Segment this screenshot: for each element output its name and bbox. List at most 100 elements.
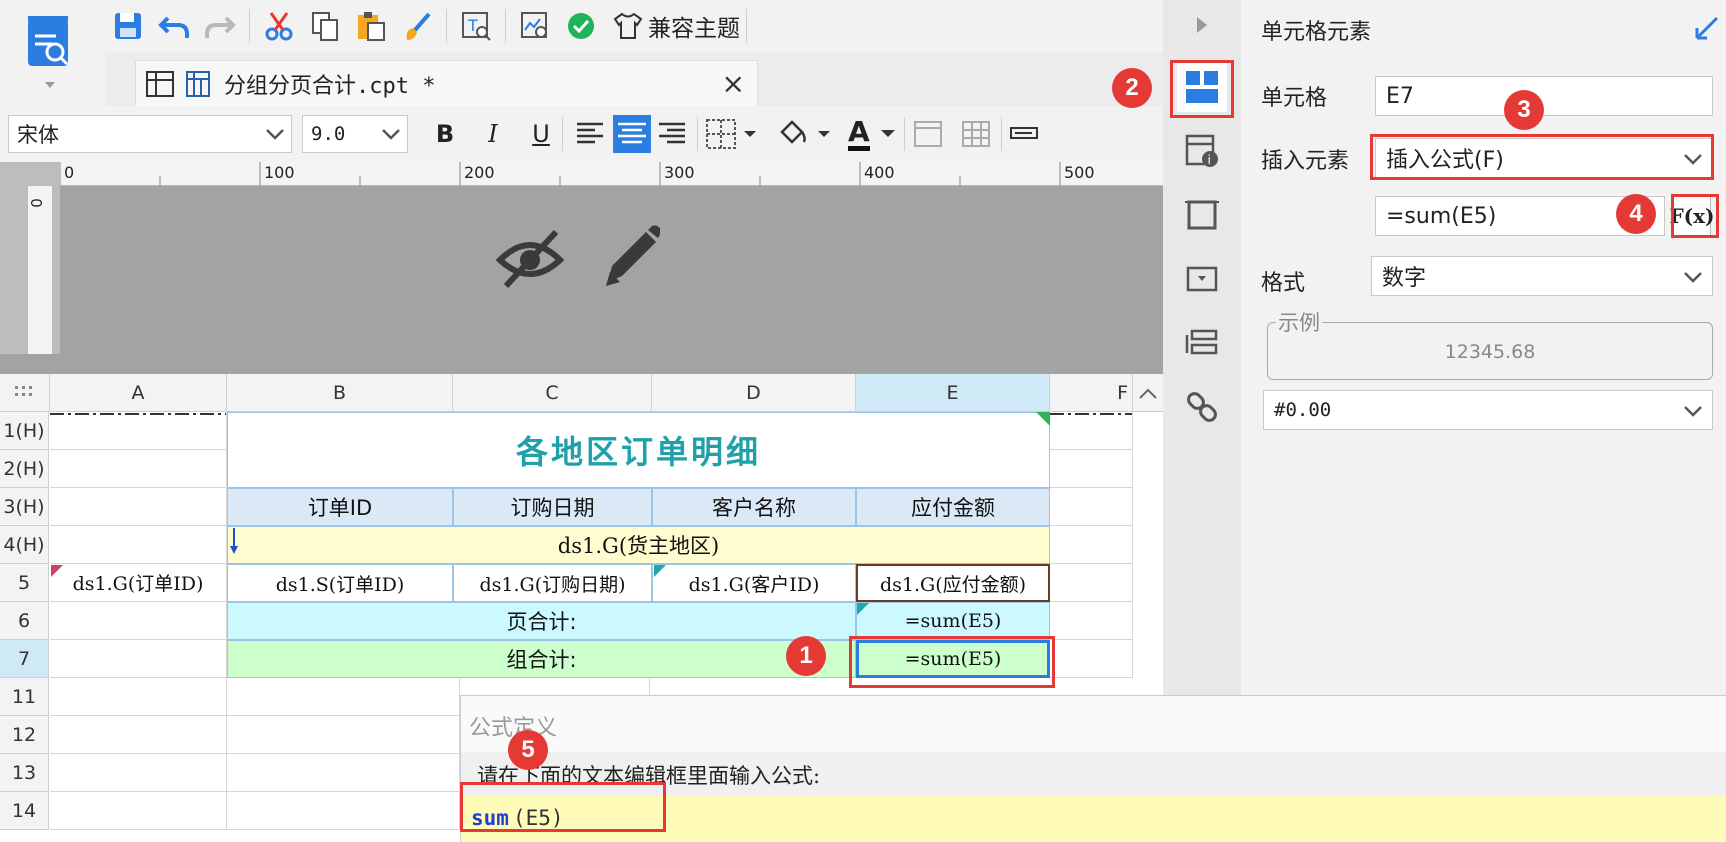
grid-cell[interactable]: [50, 526, 227, 564]
row-header[interactable]: 5: [0, 564, 49, 602]
highlight-box: [849, 636, 1055, 688]
border-icon[interactable]: [704, 116, 760, 152]
row-header[interactable]: 4(H): [0, 526, 49, 564]
dropdown-widget-tab[interactable]: [1177, 254, 1227, 304]
grid-cell[interactable]: [50, 678, 227, 716]
grid-cell[interactable]: [50, 640, 227, 678]
data-cell[interactable]: ds1.G(应付金额): [856, 564, 1050, 602]
chevron-right-icon[interactable]: [1193, 14, 1211, 36]
tab-file[interactable]: 分组分页合计.cpt * ×: [135, 60, 758, 106]
cell-name-input[interactable]: E7: [1375, 76, 1713, 116]
page-total-formula-cell[interactable]: =sum(E5): [856, 602, 1050, 640]
save-button[interactable]: [108, 6, 148, 46]
column-header[interactable]: D: [652, 374, 856, 412]
column-header[interactable]: C: [453, 374, 652, 412]
text-field-icon[interactable]: [1008, 116, 1040, 152]
chevron-down-icon: [1684, 406, 1702, 417]
cut-button[interactable]: [259, 6, 299, 46]
data-cell[interactable]: ds1.G(订单ID): [50, 564, 227, 602]
eye-slash-icon[interactable]: [494, 222, 566, 294]
row-header[interactable]: 14: [0, 792, 49, 830]
page-total-label-cell[interactable]: 页合计:: [227, 602, 856, 640]
row-header[interactable]: 2(H): [0, 450, 49, 488]
font-size-select[interactable]: 9.0: [302, 115, 408, 153]
align-right-icon[interactable]: [655, 116, 691, 152]
undo-button[interactable]: [154, 6, 194, 46]
grid-cell[interactable]: [1050, 450, 1133, 488]
merge-cells-icon[interactable]: [911, 116, 947, 152]
bold-button[interactable]: B: [430, 120, 460, 148]
grid-cell[interactable]: [50, 716, 227, 754]
grid-cell[interactable]: [227, 716, 460, 754]
redo-button[interactable]: [200, 6, 240, 46]
row-header[interactable]: 12: [0, 716, 49, 754]
scroll-up-button[interactable]: [1133, 374, 1163, 412]
row-header[interactable]: 13: [0, 754, 49, 792]
grid-cell[interactable]: [50, 792, 227, 830]
header-cell[interactable]: 订单ID: [227, 488, 453, 526]
grid-cell[interactable]: [50, 602, 227, 640]
grid-cell[interactable]: [227, 792, 460, 830]
copy-button[interactable]: [305, 6, 345, 46]
row-header[interactable]: 1(H): [0, 412, 49, 450]
table-grid-icon[interactable]: [959, 116, 995, 152]
grid-cell[interactable]: [1050, 488, 1133, 526]
header-cell[interactable]: 订购日期: [453, 488, 652, 526]
grid-cell[interactable]: [50, 412, 227, 450]
report-title-cell[interactable]: 各地区订单明细: [227, 412, 1050, 488]
collapse-arrow-icon[interactable]: [1693, 14, 1721, 42]
row-header[interactable]: 6: [0, 602, 49, 640]
font-color-button[interactable]: A: [848, 117, 898, 151]
pencil-icon[interactable]: [598, 220, 664, 294]
compat-theme-button[interactable]: 兼容主题: [612, 9, 740, 43]
grid-cell[interactable]: [1050, 602, 1133, 640]
format-select[interactable]: 数字: [1371, 256, 1713, 296]
italic-button[interactable]: I: [478, 120, 508, 148]
group-cell[interactable]: ds1.G(货主地区): [227, 526, 1050, 564]
align-left-icon[interactable]: [573, 116, 609, 152]
preview-check-button[interactable]: [515, 6, 555, 46]
cell-attribute-tab[interactable]: i: [1177, 126, 1227, 176]
toolbar-separator: [1000, 117, 1002, 151]
header-cell[interactable]: 应付金额: [856, 488, 1050, 526]
align-center-icon[interactable]: [613, 115, 651, 153]
validate-button[interactable]: [561, 6, 601, 46]
fill-color-icon[interactable]: [774, 116, 834, 152]
grid-cell[interactable]: [1050, 412, 1133, 450]
header-cell[interactable]: 客户名称: [652, 488, 856, 526]
grid-cell[interactable]: [1050, 526, 1133, 564]
grid-cell[interactable]: [1050, 640, 1133, 678]
grid-cell[interactable]: [227, 754, 460, 792]
grid-cell[interactable]: [50, 450, 227, 488]
number-pattern-select[interactable]: #0.00: [1263, 390, 1713, 430]
data-cell[interactable]: ds1.G(客户ID): [652, 564, 856, 602]
underline-button[interactable]: U: [526, 120, 556, 148]
select-all-corner[interactable]: [0, 374, 50, 412]
data-cell[interactable]: ds1.G(订购日期): [453, 564, 652, 602]
step-badge: 5: [508, 730, 548, 770]
condition-tab[interactable]: [1177, 318, 1227, 368]
dropdown-box-icon: [1186, 266, 1218, 292]
app-menu-button[interactable]: [0, 0, 105, 104]
grid-cell[interactable]: [1050, 564, 1133, 602]
grid-cell[interactable]: [50, 754, 227, 792]
data-cell[interactable]: ds1.S(订单ID): [227, 564, 453, 602]
grid-cell[interactable]: [50, 488, 227, 526]
group-total-label-cell[interactable]: 组合计:: [227, 640, 856, 678]
format-painter-button[interactable]: [397, 6, 437, 46]
grid-cell[interactable]: [227, 678, 460, 716]
column-header[interactable]: B: [227, 374, 453, 412]
tab-close-button[interactable]: ×: [722, 67, 745, 100]
row-header-selected[interactable]: 7: [0, 640, 49, 678]
paste-button[interactable]: [351, 6, 391, 46]
font-family-select[interactable]: 宋体: [8, 115, 292, 153]
grid-cell[interactable]: [460, 678, 650, 695]
column-header-selected[interactable]: E: [856, 374, 1050, 412]
widget-tab[interactable]: [1177, 190, 1227, 240]
column-header[interactable]: A: [50, 374, 227, 412]
hyperlink-tab[interactable]: [1177, 382, 1227, 432]
row-header[interactable]: 3(H): [0, 488, 49, 526]
row-header[interactable]: 11: [0, 678, 49, 716]
column-header[interactable]: F: [1050, 374, 1133, 412]
text-search-button[interactable]: T: [456, 6, 496, 46]
